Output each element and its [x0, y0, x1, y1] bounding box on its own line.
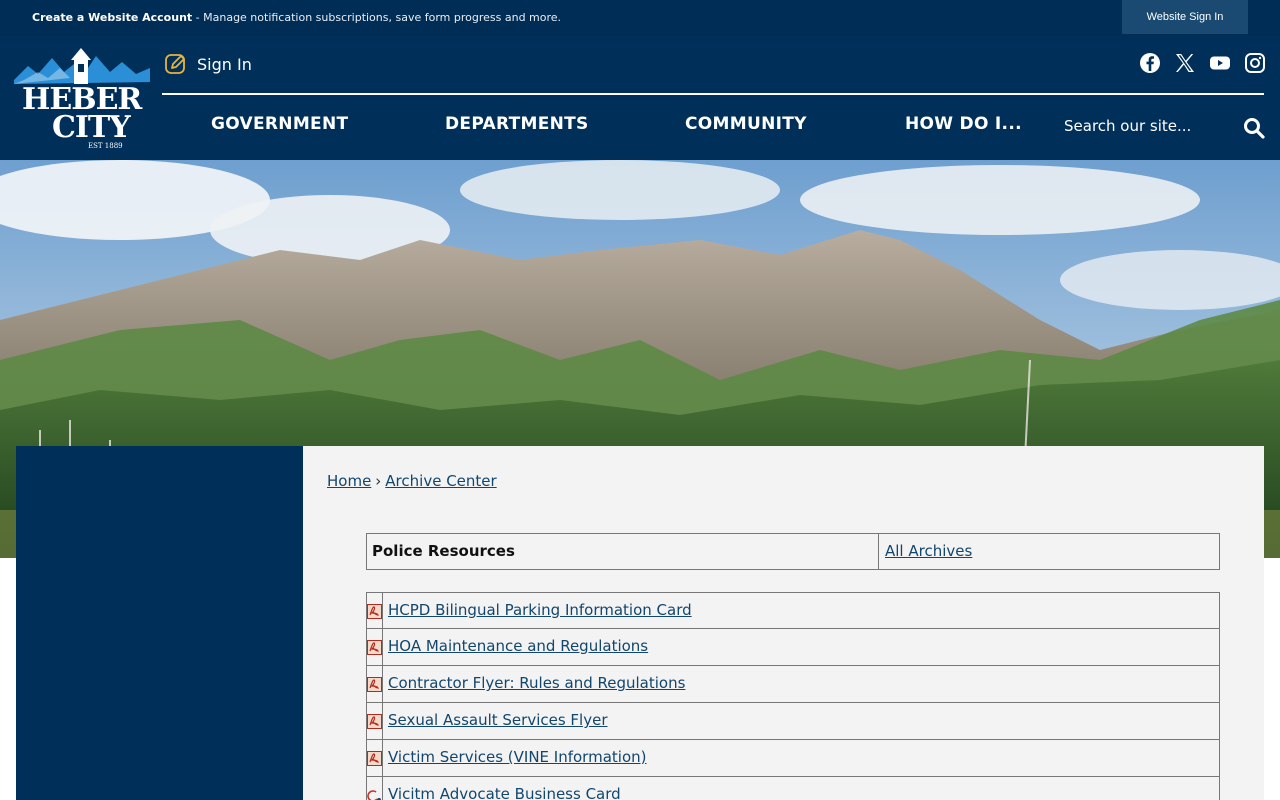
pdf-icon [367, 703, 383, 739]
breadcrumb-separator: › [375, 472, 382, 490]
sign-in-label: Sign In [197, 54, 252, 74]
header-divider [162, 93, 1264, 95]
document-link[interactable]: HCPD Bilingual Parking Information Card [383, 593, 692, 628]
archive-category-header: Police Resources All Archives [366, 533, 1220, 570]
breadcrumb-archive-center[interactable]: Archive Center [385, 472, 496, 490]
pdf-icon [367, 740, 383, 776]
document-link[interactable]: HOA Maintenance and Regulations [383, 629, 648, 665]
document-link[interactable]: Contractor Flyer: Rules and Regulations [383, 666, 685, 702]
nav-government[interactable]: GOVERNMENT [211, 114, 348, 134]
search-icon[interactable] [1242, 116, 1266, 140]
site-header: HEBER CITY EST 1889 Sign In GOVERNMENT D… [0, 36, 1280, 160]
x-icon[interactable] [1174, 52, 1196, 74]
utility-bar: Create a Website Account - Manage notifi… [0, 0, 1280, 36]
document-row: Vicitm Advocate Business Card [366, 777, 1220, 800]
pdf-icon [367, 629, 383, 665]
logo-city-text: CITY [52, 110, 131, 145]
breadcrumb: Home › Archive Center [327, 472, 497, 490]
logo-est-text: EST 1889 [88, 142, 123, 150]
document-row: Contractor Flyer: Rules and Regulations [366, 666, 1220, 703]
document-row: Victim Services (VINE Information) [366, 740, 1220, 777]
nav-departments[interactable]: DEPARTMENTS [445, 114, 589, 134]
archive-category-title: Police Resources [367, 534, 879, 569]
document-link[interactable]: Sexual Assault Services Flyer [383, 703, 608, 739]
sidebar-panel [16, 446, 303, 800]
pdf-icon [367, 593, 383, 628]
document-row: HCPD Bilingual Parking Information Card [366, 592, 1220, 629]
all-archives-link[interactable]: All Archives [879, 534, 972, 569]
document-row: Sexual Assault Services Flyer [366, 703, 1220, 740]
create-account-notice: Create a Website Account - Manage notifi… [32, 11, 561, 24]
facebook-icon[interactable] [1139, 52, 1161, 74]
website-sign-in-button[interactable]: Website Sign In [1122, 0, 1248, 34]
nav-how-do-i[interactable]: HOW DO I... [905, 114, 1022, 134]
nav-community[interactable]: COMMUNITY [685, 114, 807, 134]
document-list: HCPD Bilingual Parking Information Card … [366, 592, 1220, 800]
instagram-icon[interactable] [1244, 52, 1266, 74]
create-account-description: - Manage notification subscriptions, sav… [192, 11, 562, 24]
youtube-icon[interactable] [1209, 52, 1231, 74]
document-link[interactable]: Vicitm Advocate Business Card [383, 777, 621, 800]
create-account-link[interactable]: Create a Website Account [32, 11, 192, 24]
main-content: Home › Archive Center Police Resources All… [303, 446, 1264, 800]
pdf-icon [367, 666, 383, 702]
sign-in-link[interactable]: Sign In [164, 50, 252, 78]
heber-city-logo[interactable]: HEBER CITY EST 1889 [14, 44, 152, 152]
image-icon [367, 777, 383, 800]
sign-in-pencil-icon [165, 54, 185, 74]
document-row: HOA Maintenance and Regulations [366, 629, 1220, 666]
search-input[interactable] [1064, 110, 1234, 142]
document-link[interactable]: Victim Services (VINE Information) [383, 740, 646, 776]
breadcrumb-home[interactable]: Home [327, 472, 371, 490]
